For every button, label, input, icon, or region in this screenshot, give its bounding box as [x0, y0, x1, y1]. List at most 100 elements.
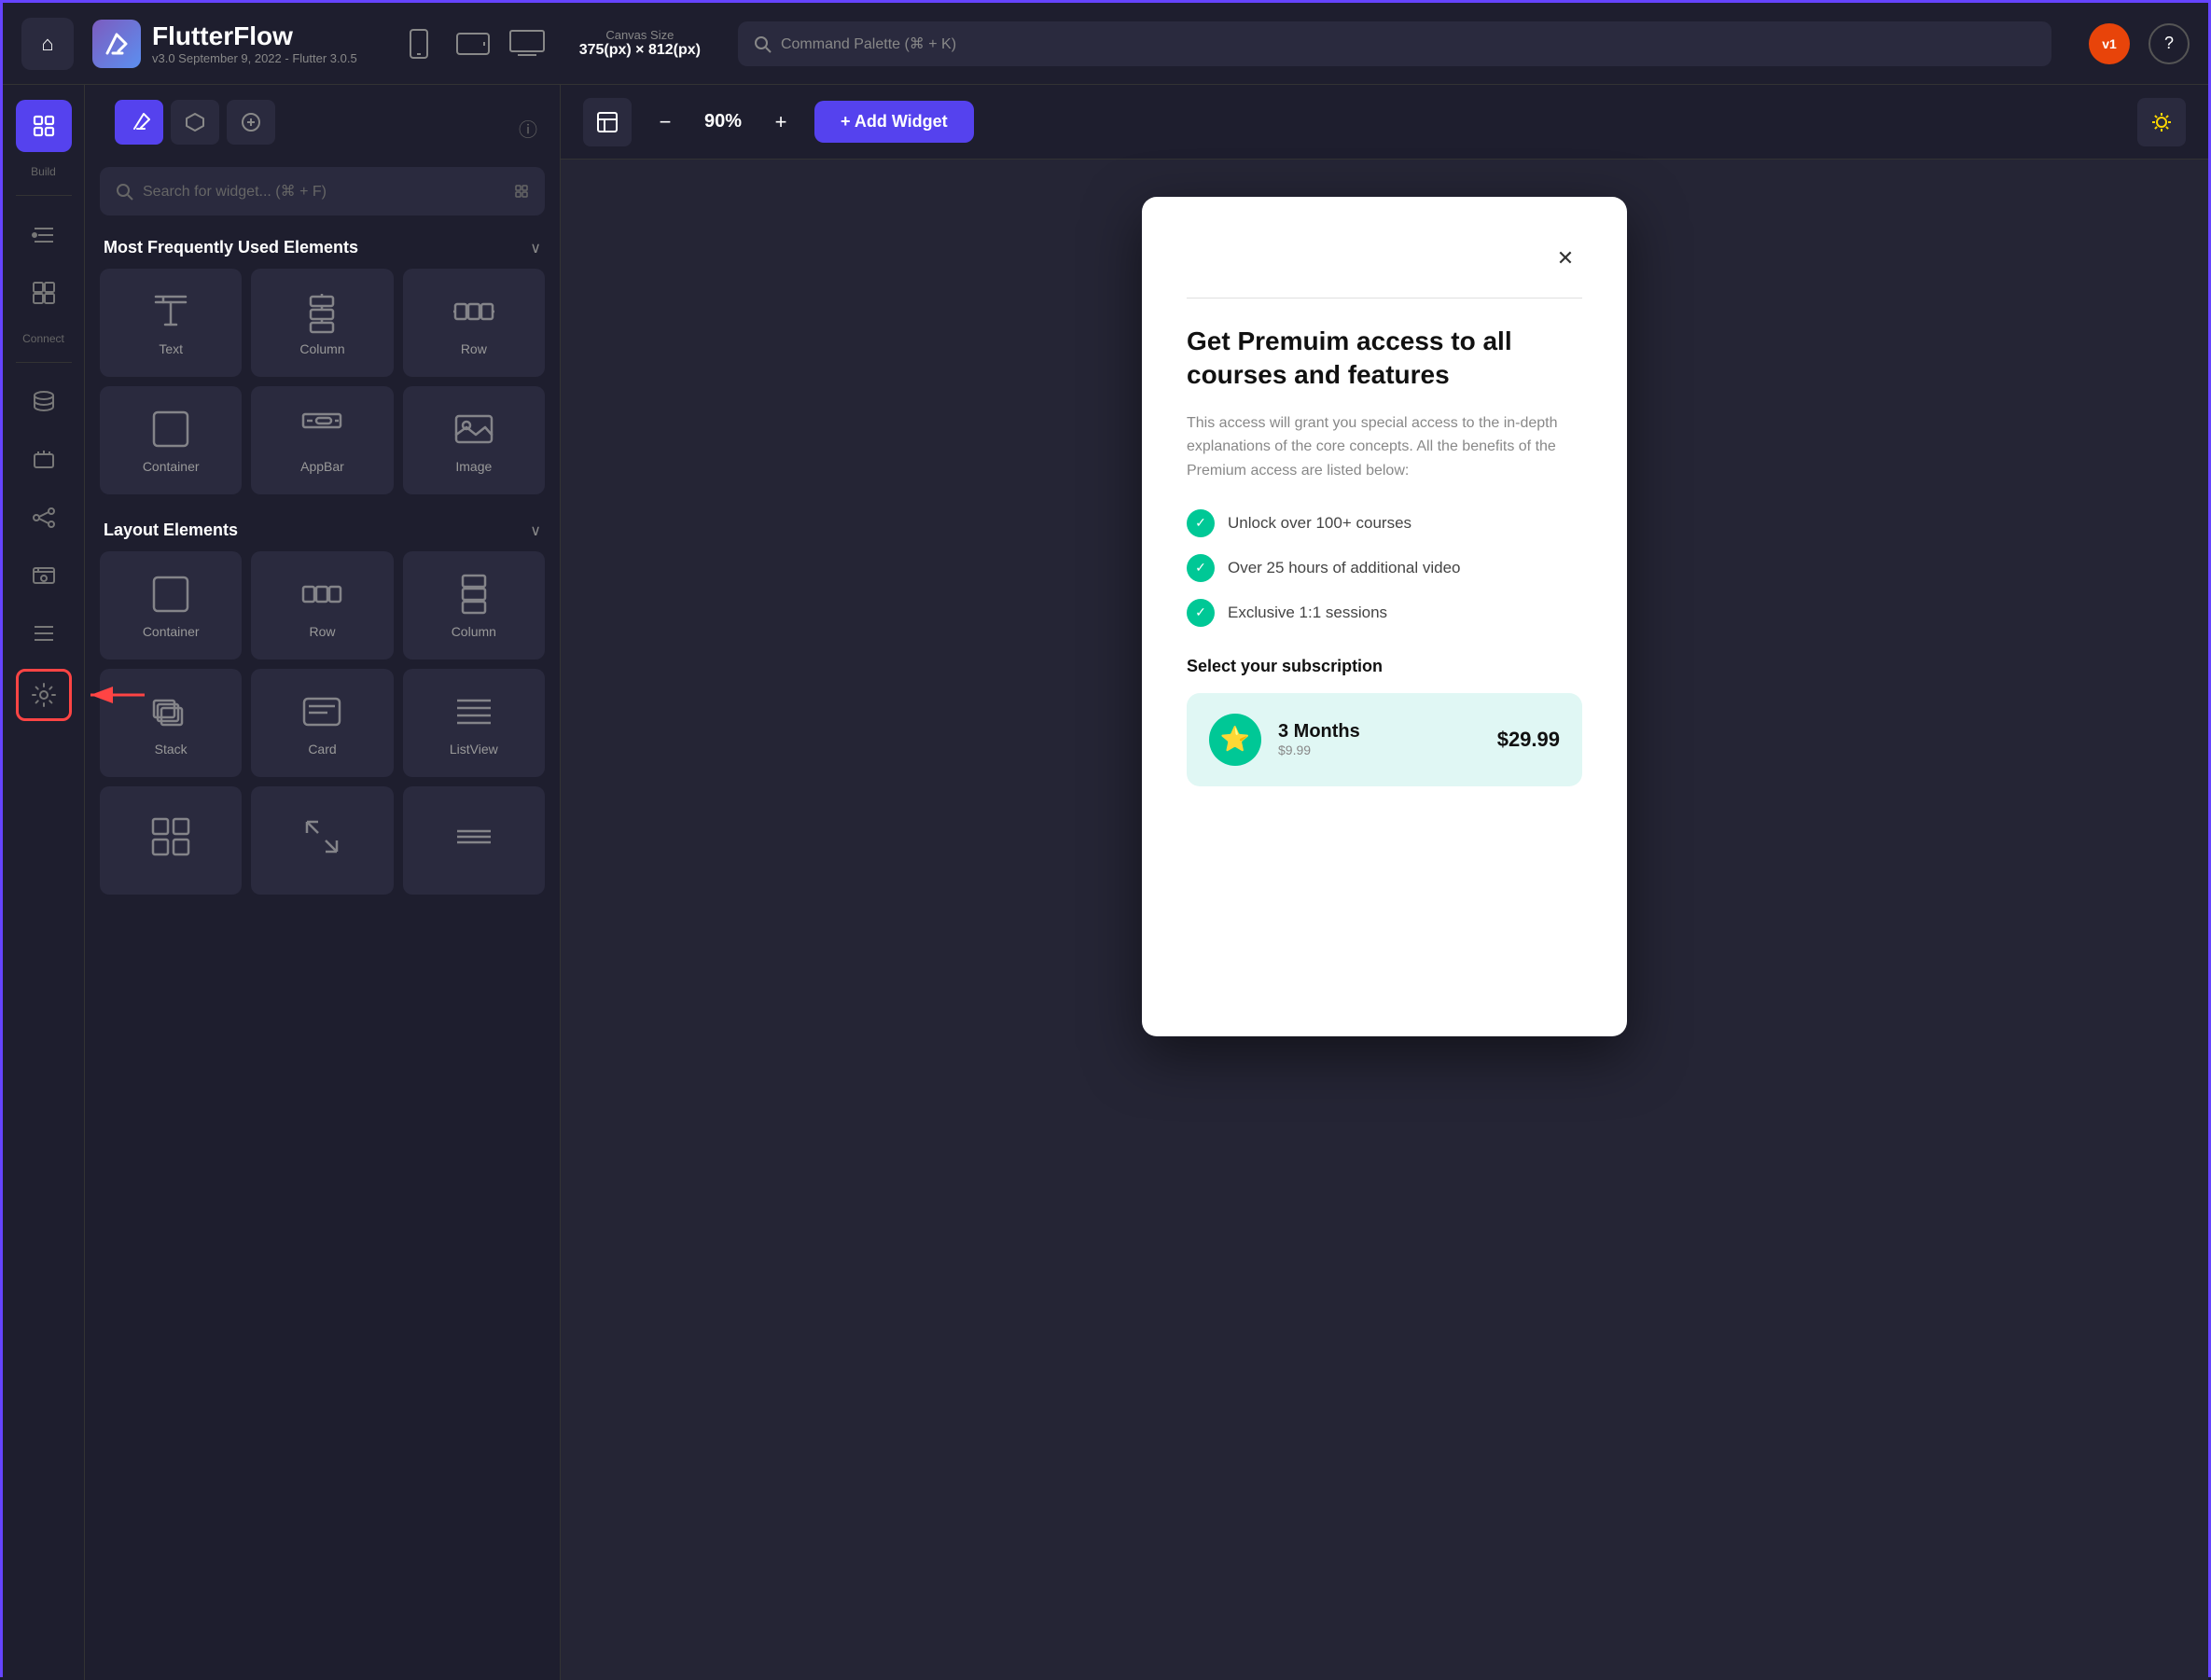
logo-text: FlutterFlow v3.0 September 9, 2022 - Flu… [152, 21, 357, 65]
frequently-used-chevron[interactable]: ∨ [530, 239, 541, 257]
modal-title: Get Premuim access to all courses and fe… [1187, 325, 1582, 393]
sidebar-item-workflow[interactable] [16, 492, 72, 544]
layout-header: Layout Elements ∨ [85, 513, 560, 551]
feature-text-3: Exclusive 1:1 sessions [1228, 604, 1387, 622]
feature-item-3: ✓ Exclusive 1:1 sessions [1187, 599, 1582, 627]
feature-text-2: Over 25 hours of additional video [1228, 559, 1461, 577]
widget-text-label: Text [159, 341, 183, 356]
widget-image[interactable]: Image [403, 386, 545, 494]
command-palette[interactable]: Command Palette (⌘ + K) [738, 21, 2051, 66]
frequently-used-grid: Text Column [85, 269, 560, 502]
widget-column[interactable]: Column [251, 269, 393, 377]
theme-toggle-button[interactable] [2137, 98, 2186, 146]
widget-row[interactable]: Row [403, 269, 545, 377]
app-version: v3.0 September 9, 2022 - Flutter 3.0.5 [152, 51, 357, 65]
widget-panel: ⓘ Search for widget... (⌘ + F) Most Freq… [85, 85, 561, 1680]
logo-icon [92, 20, 141, 68]
canvas-area: − 90% + + Add Widget [561, 85, 2208, 1680]
panel-tabs [100, 100, 290, 156]
divider-2 [16, 362, 72, 363]
add-widget-label: + Add Widget [841, 112, 948, 132]
feature-list: ✓ Unlock over 100+ courses ✓ Over 25 hou… [1187, 509, 1582, 627]
main-layout: Build Connect [3, 85, 2208, 1680]
sidebar-item-list[interactable] [16, 209, 72, 261]
canvas-content: ✕ Get Premuim access to all courses and … [561, 160, 2208, 1680]
zoom-out-button[interactable]: − [647, 104, 684, 141]
plan-info: 3 Months $9.99 [1278, 721, 1481, 757]
modal-description: This access will grant you special acces… [1187, 411, 1582, 483]
mobile-device-button[interactable] [395, 23, 443, 64]
frequently-used-title: Most Frequently Used Elements [104, 238, 358, 257]
panel-header: ⓘ [85, 85, 560, 167]
command-palette-text: Command Palette (⌘ + K) [781, 35, 956, 53]
frequently-used-section: Most Frequently Used Elements ∨ Text [85, 230, 560, 502]
canvas-size-value: 375(px) × 812(px) [579, 42, 701, 59]
widget-row-label: Row [461, 341, 487, 356]
info-icon[interactable]: ⓘ [519, 115, 537, 142]
help-icon: ? [2164, 34, 2174, 53]
search-placeholder: Search for widget... (⌘ + F) [143, 182, 504, 201]
layout-stack-label: Stack [155, 742, 188, 757]
tab-design[interactable] [171, 100, 219, 145]
widget-appbar-label: AppBar [300, 459, 344, 474]
search-box[interactable]: Search for widget... (⌘ + F) [100, 167, 545, 215]
layout-listview-label: ListView [450, 742, 498, 757]
widget-container-label: Container [143, 459, 200, 474]
layout-card[interactable]: Card [251, 669, 393, 777]
plan-star: ⭐ [1220, 725, 1250, 754]
top-header: ⌂ FlutterFlow v3.0 September 9, 2022 - F… [3, 3, 2208, 85]
add-widget-button[interactable]: + Add Widget [814, 101, 974, 143]
desktop-device-button[interactable] [503, 23, 551, 64]
tablet-device-button[interactable] [449, 23, 497, 64]
plan-icon: ⭐ [1209, 714, 1261, 766]
settings-button[interactable] [16, 669, 72, 721]
layout-row-label: Row [309, 624, 335, 639]
subscription-title: Select your subscription [1187, 657, 1582, 676]
modal-close-button[interactable]: ✕ [1549, 242, 1582, 275]
tab-flutter[interactable] [115, 100, 163, 145]
plan-price: $29.99 [1497, 728, 1560, 752]
plan-card[interactable]: ⭐ 3 Months $9.99 $29.99 [1187, 693, 1582, 786]
check-icon-2: ✓ [1187, 554, 1215, 582]
feature-text-1: Unlock over 100+ courses [1228, 514, 1411, 533]
help-button[interactable]: ? [2148, 23, 2190, 64]
divider-1 [16, 195, 72, 196]
layout-section: Layout Elements ∨ Container [85, 513, 560, 902]
layout-row[interactable]: Row [251, 551, 393, 660]
modal-divider [1187, 298, 1582, 299]
canvas-toolbar: − 90% + + Add Widget [561, 85, 2208, 160]
phone-frame: ✕ Get Premuim access to all courses and … [1142, 197, 1627, 1036]
left-sidebar: Build Connect [3, 85, 85, 1680]
widget-container[interactable]: Container [100, 386, 242, 494]
zoom-in-button[interactable]: + [762, 104, 800, 141]
tab-add[interactable] [227, 100, 275, 145]
widget-appbar[interactable]: AppBar [251, 386, 393, 494]
layout-container[interactable]: Container [100, 551, 242, 660]
red-arrow [79, 678, 154, 712]
sidebar-item-list2[interactable] [16, 607, 72, 660]
layout-divider[interactable] [403, 786, 545, 895]
logo-area: FlutterFlow v3.0 September 9, 2022 - Flu… [92, 20, 357, 68]
sidebar-item-api[interactable] [16, 434, 72, 486]
frequently-used-header: Most Frequently Used Elements ∨ [85, 230, 560, 269]
widget-text[interactable]: Text [100, 269, 242, 377]
layout-card-label: Card [308, 742, 336, 757]
layout-title: Layout Elements [104, 521, 238, 540]
feature-item-2: ✓ Over 25 hours of additional video [1187, 554, 1582, 582]
layout-listview[interactable]: ListView [403, 669, 545, 777]
home-button[interactable]: ⌂ [21, 18, 74, 70]
close-button-row: ✕ [1187, 242, 1582, 275]
sidebar-item-database[interactable] [16, 376, 72, 428]
layout-container-label: Container [143, 624, 200, 639]
sidebar-item-grid[interactable] [16, 267, 72, 319]
layout-expand[interactable] [251, 786, 393, 895]
sidebar-item-build[interactable] [16, 100, 72, 152]
version-badge[interactable]: v1 [2089, 23, 2130, 64]
layout-column[interactable]: Column [403, 551, 545, 660]
layout-gridview[interactable] [100, 786, 242, 895]
sidebar-item-media[interactable] [16, 549, 72, 602]
device-buttons [395, 23, 551, 64]
layout-column-label: Column [452, 624, 496, 639]
canvas-layers-button[interactable] [583, 98, 632, 146]
layout-chevron[interactable]: ∨ [530, 521, 541, 540]
